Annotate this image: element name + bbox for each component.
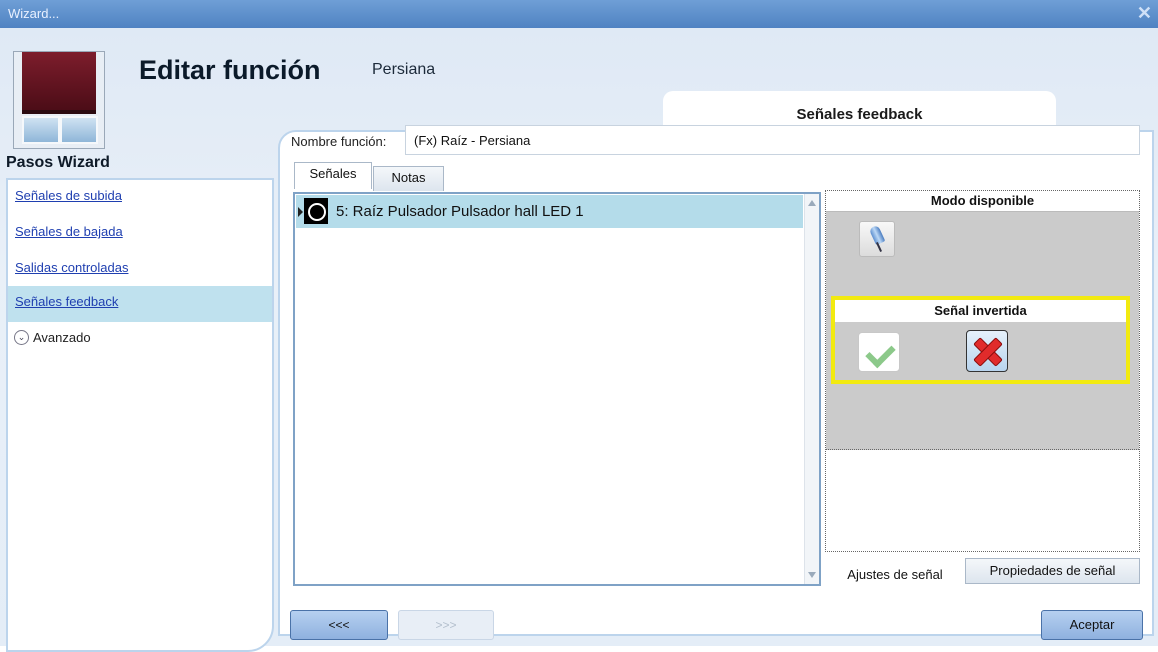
- led-mode-button[interactable]: [859, 221, 895, 257]
- inverted-signal-box: Señal invertida: [831, 296, 1130, 384]
- sidebar-heading: Pasos Wizard: [6, 154, 110, 171]
- tab-senales[interactable]: Señales: [294, 162, 372, 189]
- tab-propiedades-senal[interactable]: Propiedades de señal: [965, 558, 1140, 584]
- check-icon: [865, 337, 896, 369]
- sidebar-item-label[interactable]: Avanzado: [33, 330, 91, 345]
- back-button[interactable]: <<<: [290, 610, 388, 640]
- cross-button[interactable]: [966, 330, 1008, 372]
- close-icon[interactable]: ✕: [1137, 3, 1152, 24]
- tab-ajustes-senal[interactable]: Ajustes de señal: [827, 558, 963, 584]
- inverted-heading: Señal invertida: [835, 300, 1126, 322]
- check-button[interactable]: [858, 332, 900, 372]
- function-name-value[interactable]: (Fx) Raíz - Persiana: [414, 133, 530, 148]
- scroll-up-icon[interactable]: [808, 200, 816, 206]
- scroll-down-icon[interactable]: [808, 572, 816, 578]
- sidebar-item-senales-feedback[interactable]: Señales feedback: [8, 286, 272, 322]
- sidebar-item-avanzado[interactable]: ⌄ Avanzado: [8, 322, 272, 356]
- sidebar-item-senales-subida[interactable]: Señales de subida: [8, 180, 272, 214]
- signal-name[interactable]: 5: Raíz Pulsador Pulsador hall LED 1: [336, 203, 584, 220]
- accept-button[interactable]: Aceptar: [1041, 610, 1143, 640]
- next-button[interactable]: >>>: [398, 610, 494, 640]
- vertical-scrollbar[interactable]: [804, 194, 819, 584]
- function-name-input[interactable]: (Fx) Raíz - Persiana: [405, 125, 1140, 155]
- window-titlebar: Wizard... ✕: [0, 0, 1158, 28]
- function-type: Persiana: [372, 61, 436, 78]
- step-title: Señales feedback: [796, 106, 923, 123]
- function-name-label: Nombre función:: [291, 134, 387, 149]
- page-title: Editar función: [139, 55, 321, 85]
- sidebar-item-senales-bajada[interactable]: Señales de bajada: [8, 216, 272, 250]
- sidebar-item-label[interactable]: Señales feedback: [15, 294, 118, 309]
- sidebar-item-label[interactable]: Señales de bajada: [15, 224, 123, 239]
- wizard-steps-sidebar: Señales de subida Señales de bajada Sali…: [6, 178, 274, 652]
- tab-notas[interactable]: Notas: [373, 166, 444, 191]
- row-selector-icon: [298, 207, 303, 217]
- sidebar-item-salidas-controladas[interactable]: Salidas controladas: [8, 252, 272, 286]
- roller-blind-icon: [13, 51, 105, 149]
- list-item[interactable]: 5: Raíz Pulsador Pulsador hall LED 1: [296, 195, 803, 228]
- mode-heading: Modo disponible: [826, 191, 1139, 212]
- signal-list: 5: Raíz Pulsador Pulsador hall LED 1: [293, 192, 821, 586]
- led-icon: [304, 198, 328, 224]
- sidebar-item-label[interactable]: Señales de subida: [15, 188, 122, 203]
- sidebar-item-label[interactable]: Salidas controladas: [15, 260, 128, 275]
- chevron-down-icon[interactable]: ⌄: [14, 330, 29, 345]
- window-title: Wizard...: [8, 6, 60, 21]
